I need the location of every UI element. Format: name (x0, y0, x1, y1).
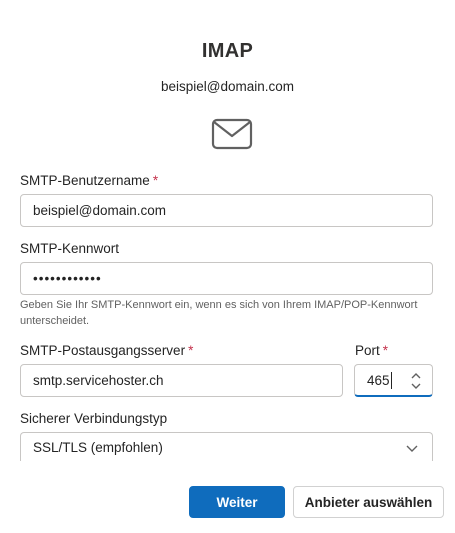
required-marker: * (152, 173, 159, 188)
username-value: beispiel@domain.com (33, 203, 167, 218)
choose-provider-button[interactable]: Anbieter auswählen (293, 486, 444, 518)
port-label-text: Port (355, 343, 380, 358)
text-caret (390, 371, 392, 389)
server-label: SMTP-Postausgangsserver * (20, 343, 193, 358)
security-select[interactable]: SSL/TLS (empfohlen) (20, 432, 433, 461)
security-value: SSL/TLS (empfohlen) (33, 439, 163, 455)
page-title: IMAP (201, 40, 254, 62)
password-hint: Geben Sie Ihr SMTP-Kennwort ein, wenn es… (20, 299, 418, 327)
spin-arrows-icon[interactable] (410, 370, 422, 392)
next-button[interactable]: Weiter (189, 486, 285, 518)
mail-icon (211, 118, 253, 150)
username-input[interactable]: beispiel@domain.com (20, 194, 433, 227)
server-label-text: SMTP-Postausgangsserver (20, 343, 186, 358)
port-label: Port * (355, 343, 388, 358)
account-email: beispiel@domain.com (160, 79, 295, 94)
required-marker: * (188, 343, 194, 358)
username-label-text: SMTP-Benutzername (20, 173, 150, 188)
password-input[interactable]: •••••••••••• (20, 262, 433, 295)
port-stepper[interactable]: 465 (354, 364, 433, 397)
port-value: 465 (367, 372, 390, 388)
username-label: SMTP-Benutzername * (20, 173, 158, 188)
server-input[interactable]: smtp.servicehoster.ch (20, 364, 343, 397)
chevron-down-icon (406, 445, 418, 452)
security-label: Sicherer Verbindungstyp (20, 411, 168, 426)
required-marker: * (382, 343, 389, 358)
password-value: •••••••••••• (33, 271, 102, 286)
password-label: SMTP-Kennwort (20, 241, 120, 256)
server-value: smtp.servicehoster.ch (33, 373, 164, 388)
